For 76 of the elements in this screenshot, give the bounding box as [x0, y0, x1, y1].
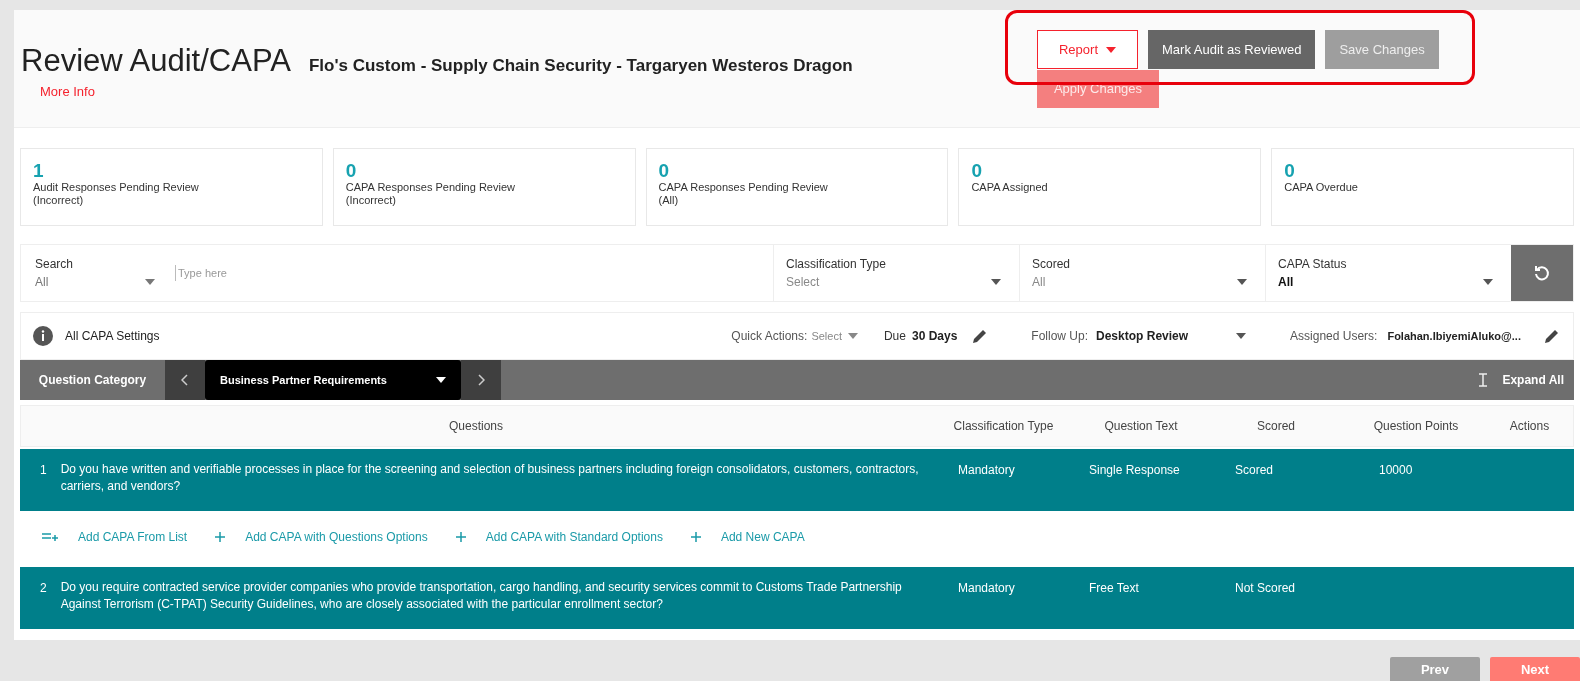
- column-header: Question Points: [1372, 418, 1460, 435]
- assigned-users-label: Assigned Users:: [1290, 328, 1378, 345]
- column-header: Scored: [1256, 418, 1296, 435]
- stat-count: 0: [658, 161, 671, 181]
- plus-icon: [215, 532, 226, 542]
- edit-icon[interactable]: [1543, 327, 1561, 345]
- column-header: Actions: [1508, 418, 1551, 435]
- stat-label: CAPA Assigned: [971, 181, 1049, 194]
- expand-all-button[interactable]: Expand All: [1478, 371, 1574, 389]
- table-cell-text: Mandatory: [957, 462, 1016, 479]
- save-changes-button[interactable]: Save Changes: [1325, 30, 1439, 69]
- add-capa-link[interactable]: Add New CAPA: [690, 528, 805, 546]
- follow-up-dropdown[interactable]: Desktop Review: [1096, 327, 1247, 345]
- filter-dropdown[interactable]: Classification Type Select: [773, 245, 1019, 301]
- chevron-left-icon: [181, 374, 189, 386]
- stat-count: 0: [345, 161, 358, 181]
- plus-icon: [690, 532, 701, 542]
- add-capa-link[interactable]: Add CAPA with Questions Options: [215, 528, 428, 546]
- category-label: Question Category: [37, 372, 148, 389]
- caret-icon: [1483, 279, 1493, 285]
- mark-reviewed-button[interactable]: Mark Audit as Reviewed: [1148, 30, 1316, 69]
- question-number: 1: [40, 462, 47, 479]
- caret-icon: [1106, 46, 1116, 53]
- stat-label: CAPA Responses Pending Review (Incorrect): [345, 181, 516, 207]
- reset-button[interactable]: [1511, 245, 1573, 301]
- chevron-right-icon: [477, 374, 485, 386]
- table-cell-text: Mandatory: [957, 580, 1016, 597]
- add-capa-link[interactable]: Add CAPA with Standard Options: [455, 528, 663, 546]
- stat-count: 0: [971, 161, 983, 181]
- due-label: Due: [883, 328, 906, 345]
- prev-button[interactable]: Prev: [1390, 657, 1480, 681]
- stat-label: CAPA Overdue: [1284, 181, 1359, 194]
- expand-icon: [1478, 373, 1489, 387]
- filter-dropdown[interactable]: Scored All: [1019, 245, 1265, 301]
- quick-actions-dropdown[interactable]: Select: [811, 327, 858, 345]
- search-scope-dropdown[interactable]: Search All: [35, 255, 155, 291]
- caret-icon: [436, 377, 446, 383]
- reset-icon: [1533, 264, 1551, 282]
- caret-icon: [991, 279, 1001, 285]
- add-list-icon: [42, 532, 58, 542]
- category-dropdown[interactable]: Business Partner Requirements: [205, 360, 461, 400]
- table-cell: Scored: [1235, 463, 1274, 477]
- caret-icon: [1237, 279, 1247, 285]
- report-dropdown[interactable]: Report: [1037, 30, 1138, 69]
- caret-icon: [1236, 333, 1247, 339]
- table-cell: Free Text: [1089, 581, 1139, 595]
- table-cell: 10000: [1379, 463, 1413, 477]
- follow-up-label: Follow Up:: [1031, 328, 1089, 345]
- caret-icon: [847, 333, 858, 339]
- question-text: Do you have written and verifiable processes in place for the screening and selection of business partners including foreign consolidators, customers, contractors, carriers, and vendors?: [60, 461, 920, 495]
- stat-count: 0: [1284, 161, 1296, 181]
- due-value: 30 Days: [911, 328, 958, 345]
- audit-subtitle: Flo's Custom - Supply Chain Security - Targaryen Westeros Dragon: [308, 55, 853, 77]
- settings-label: All CAPA Settings: [65, 328, 160, 345]
- quick-actions-label: Quick Actions:: [731, 328, 808, 345]
- info-icon: [33, 326, 53, 346]
- column-header: Classification Type: [952, 418, 1055, 435]
- assigned-users-value: Folahan.IbiyemiAluko@...: [1387, 328, 1521, 344]
- search-field[interactable]: Type here: [175, 264, 759, 282]
- stat-label: CAPA Responses Pending Review (All): [658, 181, 829, 207]
- table-cell: Single Response: [1089, 463, 1180, 477]
- question-text: Do you require contracted service provider companies who provide transportation, cargo handling, and security services commit to Customs Trade Partnership Against Terrorism (C-TPAT) Security Guidelines, who are closely associated with the particular enrollment sector?: [60, 579, 903, 613]
- add-capa-link[interactable]: Add CAPA From List: [42, 528, 188, 546]
- question-row[interactable]: [20, 449, 1574, 511]
- next-button[interactable]: Next: [1490, 657, 1580, 681]
- question-number: 2: [40, 580, 47, 597]
- caret-icon: [145, 279, 155, 285]
- more-info-link[interactable]: More Info: [40, 82, 95, 102]
- plus-icon: [455, 532, 466, 542]
- column-header: Question Text: [1103, 418, 1179, 435]
- stat-label: Audit Responses Pending Review (Incorrect): [33, 181, 200, 207]
- table-cell: Not Scored: [1235, 581, 1296, 595]
- page-title: Review Audit/CAPA: [21, 42, 291, 80]
- stat-count: 1: [33, 161, 45, 181]
- column-header: Questions: [448, 418, 504, 435]
- question-row[interactable]: [20, 567, 1574, 629]
